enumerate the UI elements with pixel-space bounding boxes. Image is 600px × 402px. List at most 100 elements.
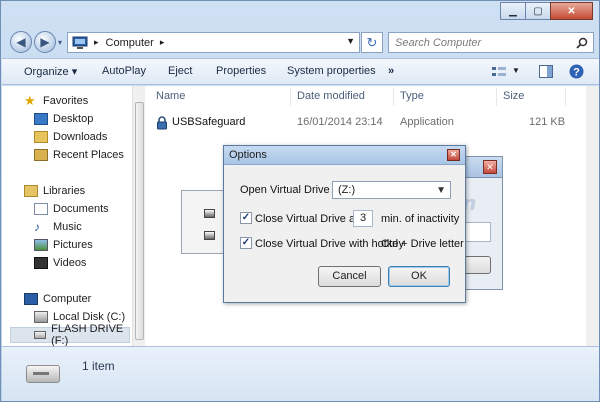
drive-image-icon — [204, 209, 215, 218]
options-dialog-titlebar: Options ✕ — [224, 146, 465, 165]
hotkey-value: Ctrl + Drive letter — [381, 238, 464, 250]
eject-button[interactable]: Eject — [168, 65, 192, 77]
desktop-icon — [34, 113, 48, 125]
sidebar-item-label: Documents — [53, 203, 109, 215]
chevron-right-icon: ▸ — [94, 37, 99, 47]
column-header-date-modified[interactable]: Date modified — [297, 90, 365, 102]
music-icon: ♪ — [34, 220, 40, 234]
computer-icon — [24, 293, 38, 305]
breadcrumb-computer[interactable]: Computer — [106, 37, 154, 49]
file-name: USBSafeguard — [172, 116, 246, 128]
usb-drive-icon — [34, 331, 47, 339]
preview-pane-icon[interactable] — [539, 65, 553, 78]
view-options-icon[interactable] — [492, 66, 506, 78]
address-bar[interactable]: ▸ Computer ▸ ▼ — [67, 32, 360, 53]
computer-icon — [72, 36, 88, 49]
sidebar-item-libraries[interactable]: Libraries — [24, 183, 85, 199]
caption-buttons: ▁ ▢ ✕ — [500, 2, 593, 20]
lock-icon — [157, 116, 167, 130]
minimize-icon[interactable]: ▁ — [500, 2, 526, 20]
sidebar-item-downloads[interactable]: Downloads — [34, 129, 107, 145]
libraries-icon — [24, 185, 38, 197]
close-icon[interactable]: ✕ — [447, 149, 460, 161]
properties-button[interactable]: Properties — [216, 65, 266, 77]
column-header-type[interactable]: Type — [400, 90, 424, 102]
sidebar-item-desktop[interactable]: Desktop — [34, 111, 93, 127]
file-list-scrollbar[interactable] — [586, 86, 599, 346]
drive-image-icon — [204, 231, 215, 240]
help-icon[interactable]: ? — [569, 64, 584, 79]
minutes-suffix-label: min. of inactivity — [381, 213, 460, 225]
minutes-input[interactable]: 3 — [353, 210, 373, 227]
sidebar-header-label: Favorites — [43, 95, 89, 107]
details-pane: 1 item — [2, 346, 599, 401]
recent-places-icon — [34, 149, 48, 161]
sidebar-item-label: Local Disk (C:) — [53, 311, 126, 323]
sidebar-item-pictures[interactable]: Pictures — [34, 237, 93, 253]
pictures-icon — [34, 239, 48, 251]
search-input[interactable]: Search Computer — [388, 32, 594, 53]
back-icon[interactable]: ◀ — [10, 31, 32, 53]
close-icon[interactable]: ✕ — [483, 160, 497, 174]
refresh-icon[interactable]: ↻ — [361, 32, 383, 53]
title-bar: ▁ ▢ ✕ — [1, 1, 599, 27]
sidebar-item-label: Music — [53, 221, 82, 233]
videos-icon — [34, 257, 48, 269]
file-size: 121 KB — [529, 116, 566, 128]
drive-letter-select[interactable]: (Z:) ▼ — [332, 181, 451, 199]
recent-pages-icon[interactable]: ▾ — [58, 38, 62, 47]
chevron-right-icon[interactable]: ▸ — [160, 37, 165, 48]
more-commands-button[interactable]: » — [388, 65, 394, 77]
ok-button[interactable]: OK — [388, 266, 450, 287]
sidebar-item-computer[interactable]: Computer — [24, 291, 91, 307]
forward-icon[interactable]: ▶ — [34, 31, 56, 53]
file-date: 16/01/2014 23:14 — [297, 116, 383, 128]
hard-drive-icon — [34, 311, 48, 323]
column-divider[interactable] — [496, 88, 497, 106]
close-icon[interactable]: ✕ — [550, 2, 593, 20]
system-properties-button[interactable]: System properties — [287, 65, 376, 77]
cancel-button[interactable]: Cancel — [318, 266, 381, 287]
navigation-pane: ★ Favorites Desktop Downloads Recent Pla… — [2, 86, 132, 347]
autoplay-button[interactable]: AutoPlay — [102, 65, 146, 77]
table-row[interactable]: USBSafeguard 16/01/2014 23:14 Applicatio… — [147, 113, 599, 133]
sidebar-item-favorites[interactable]: ★ Favorites — [24, 93, 88, 109]
sidebar-item-music[interactable]: ♪ Music — [34, 219, 82, 235]
column-divider[interactable] — [393, 88, 394, 106]
column-divider[interactable] — [290, 88, 291, 106]
search-placeholder: Search Computer — [395, 36, 482, 49]
svg-text:?: ? — [573, 67, 580, 79]
sidebar-item-label: Pictures — [53, 239, 93, 251]
command-bar: Organize ▾ AutoPlay Eject Properties Sys… — [2, 58, 599, 85]
sidebar-item-flash-drive[interactable]: FLASH DRIVE (F:) — [10, 323, 130, 347]
usb-drive-icon — [26, 365, 60, 383]
maximize-icon[interactable]: ▢ — [525, 2, 551, 20]
column-header-size[interactable]: Size — [503, 90, 524, 102]
chevron-down-icon: ▼ — [436, 185, 446, 196]
sidebar-header-label: Libraries — [43, 185, 86, 197]
sidebar-item-label: FLASH DRIVE (F:) — [51, 323, 124, 347]
sidebar-item-videos[interactable]: Videos — [34, 255, 86, 271]
sidebar-item-label: Desktop — [53, 113, 94, 125]
close-after-checkbox[interactable]: ✓ — [240, 212, 252, 224]
item-count: 1 item — [82, 359, 115, 373]
navigation-scrollbar[interactable] — [132, 86, 145, 346]
scrollbar-thumb[interactable] — [135, 102, 144, 340]
options-dialog: Options ✕ Open Virtual Drive as (Z:) ▼ ✓… — [223, 145, 466, 303]
sidebar-item-recent-places[interactable]: Recent Places — [34, 147, 124, 163]
address-dropdown-icon[interactable]: ▼ — [346, 36, 355, 46]
column-header-name[interactable]: Name — [156, 90, 185, 102]
sidebar-item-label: Videos — [53, 257, 87, 269]
file-type: Application — [400, 116, 454, 128]
hotkey-checkbox[interactable]: ✓ — [240, 237, 252, 249]
view-dropdown-icon[interactable]: ▼ — [512, 66, 520, 75]
sidebar-item-documents[interactable]: Documents — [34, 201, 109, 217]
sidebar-item-label: Downloads — [53, 131, 108, 143]
open-as-label: Open Virtual Drive as — [240, 184, 345, 196]
organize-button[interactable]: Organize ▾ — [24, 65, 77, 78]
sidebar-header-label: Computer — [43, 293, 92, 305]
sidebar-item-label: Recent Places — [53, 149, 124, 161]
search-icon[interactable] — [576, 37, 588, 49]
column-divider[interactable] — [565, 88, 566, 106]
star-icon: ★ — [24, 93, 36, 108]
